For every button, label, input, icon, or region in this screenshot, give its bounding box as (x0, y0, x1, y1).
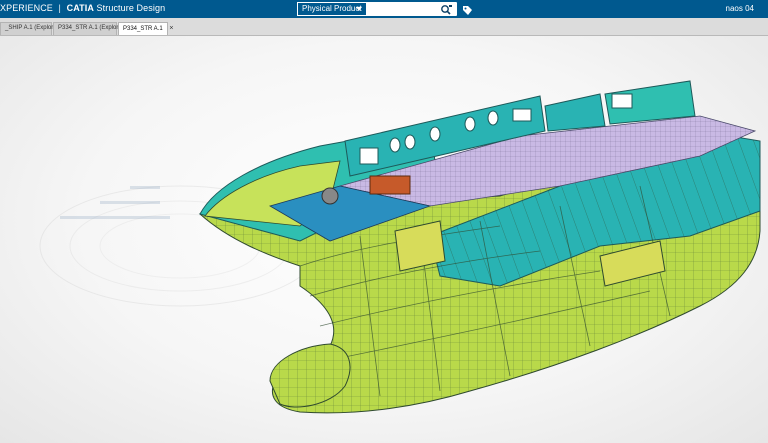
search-bar: Physical Product (297, 2, 457, 16)
close-icon[interactable]: × (169, 25, 173, 32)
capstan[interactable] (321, 187, 339, 205)
brand-prefix: XPERIENCE (0, 3, 53, 13)
search-icon[interactable] (440, 3, 453, 15)
search-scope-dropdown[interactable]: Physical Product (297, 2, 367, 16)
brand-separator: | (58, 3, 61, 13)
app-brand: XPERIENCE | CATIA Structure Design (0, 3, 165, 13)
tab-label: _SHIP A.1 (Explore) (5, 25, 59, 31)
3d-viewport[interactable] (0, 36, 768, 443)
ship-model[interactable] (0, 36, 768, 443)
tab-label: P334_STR A.1 (123, 26, 163, 32)
tag-icon[interactable] (462, 3, 473, 15)
tab-p334-active[interactable]: P334_STR A.1 × (118, 22, 173, 35)
window (611, 93, 633, 109)
chevron-down-icon (356, 7, 362, 11)
deckhouse-aft[interactable] (544, 93, 606, 132)
brand-product: CATIA (66, 3, 94, 13)
tab-bar: _SHIP A.1 (Explore) P334_STR A.1 (Explor… (0, 18, 768, 36)
tab-p334-explore[interactable]: P334_STR A.1 (Explore) (53, 22, 124, 35)
top-bar: XPERIENCE | CATIA Structure Design Physi… (0, 0, 768, 18)
tab-label: P334_STR A.1 (Explore) (58, 25, 124, 31)
user-name[interactable]: naos 04 (726, 4, 754, 13)
search-scope-label: Physical Product (302, 4, 362, 13)
ghost-reflection (60, 186, 170, 219)
brand-app-name: Structure Design (96, 3, 166, 13)
search-input[interactable] (369, 3, 439, 15)
tab-ship-explore[interactable]: _SHIP A.1 (Explore) (0, 22, 59, 35)
winch-block[interactable] (369, 175, 411, 195)
